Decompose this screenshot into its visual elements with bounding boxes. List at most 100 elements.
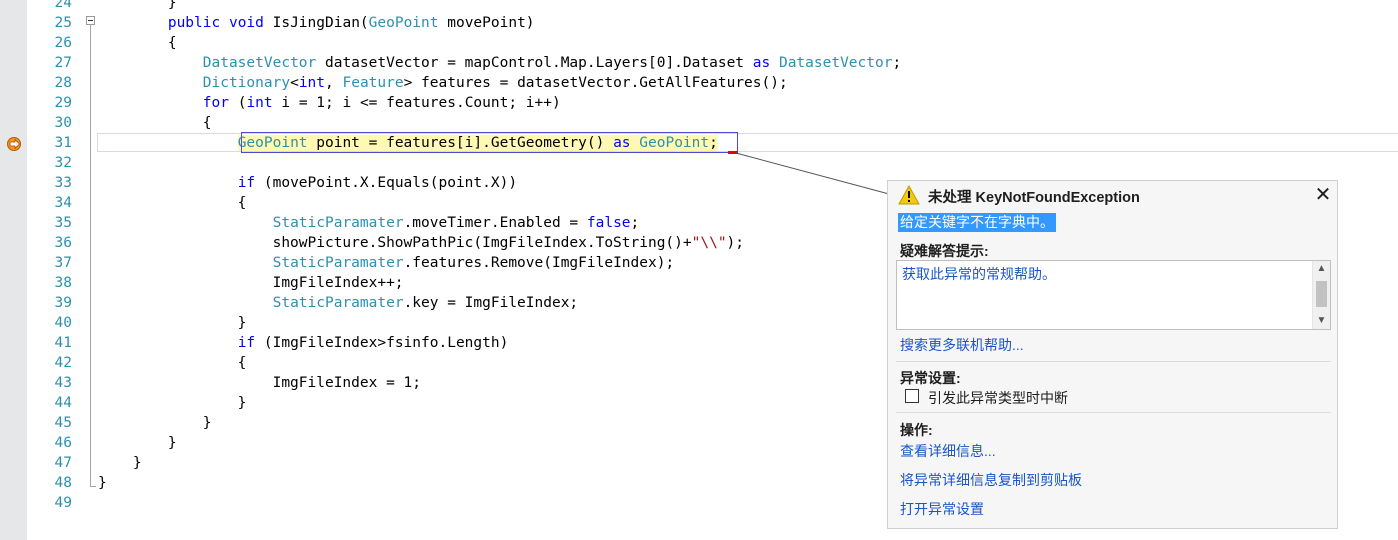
troubleshooting-heading: 疑难解答提示: — [900, 243, 989, 259]
line-number: 36 — [54, 235, 72, 251]
line-number: 28 — [54, 75, 72, 91]
code-text[interactable]: DatasetVector datasetVector = mapControl… — [98, 53, 901, 73]
code-token: ); — [726, 235, 745, 251]
code-text[interactable]: { — [98, 113, 212, 133]
code-token: { — [98, 115, 212, 131]
line-number: 45 — [54, 415, 72, 431]
exception-settings-heading: 异常设置: — [900, 370, 961, 386]
warning-icon — [898, 185, 920, 205]
code-token: void — [228, 15, 264, 31]
code-token: (movePoint.X.Equals(point.X)) — [255, 175, 518, 191]
code-token: "\\" — [691, 235, 727, 251]
code-text[interactable]: ImgFileIndex = 1; — [98, 373, 421, 393]
break-on-exception-checkbox[interactable] — [905, 389, 919, 403]
code-token: } — [98, 315, 247, 331]
code-token: } — [98, 415, 212, 431]
code-line[interactable]: 29 for (int i = 1; i <= features.Count; … — [0, 93, 1398, 113]
exception-statement-box — [241, 132, 738, 153]
code-line[interactable]: 30 { — [0, 113, 1398, 133]
code-token: as — [752, 55, 771, 71]
code-token: ; — [630, 215, 640, 231]
tips-scrollbar[interactable]: ▲ ▼ — [1312, 261, 1330, 329]
code-text[interactable]: public void IsJingDian(GeoPoint movePoin… — [98, 13, 535, 33]
exception-header: 未处理 KeyNotFoundException ✕ — [888, 181, 1337, 209]
line-number: 34 — [54, 195, 72, 211]
code-text[interactable]: if (movePoint.X.Equals(point.X)) — [98, 173, 517, 193]
code-text[interactable]: } — [98, 313, 247, 333]
exception-message[interactable]: 给定关键字不在字典中。 — [898, 213, 1056, 232]
code-text[interactable]: } — [98, 393, 247, 413]
line-number: 46 — [54, 435, 72, 451]
current-code-line[interactable]: 31 GeoPoint point = features[i].GetGeome… — [0, 132, 1398, 154]
code-text[interactable]: ImgFileIndex++; — [98, 273, 404, 293]
line-number: 43 — [54, 375, 72, 391]
code-token: movePoint) — [438, 15, 535, 31]
code-token: StaticParamater — [272, 255, 404, 271]
code-token: { — [98, 355, 247, 371]
line-number: 35 — [54, 215, 72, 231]
code-token: .features.Remove(ImgFileIndex); — [403, 255, 675, 271]
break-on-exception-label[interactable]: 引发此异常类型时中断 — [928, 388, 1068, 408]
code-line[interactable]: 28 Dictionary<int, Feature> features = d… — [0, 73, 1398, 93]
code-token: (ImgFileIndex>fsinfo.Length) — [255, 335, 509, 351]
current-statement-arrow-icon — [7, 137, 21, 151]
code-text[interactable]: { — [98, 33, 177, 53]
code-text[interactable]: { — [98, 353, 247, 373]
code-line[interactable]: 24 } — [0, 0, 1398, 13]
troubleshooting-tips-list[interactable]: 获取此异常的常规帮助。 ▲ ▼ — [896, 260, 1331, 330]
code-text[interactable]: StaticParamater.moveTimer.Enabled = fals… — [98, 213, 640, 233]
line-number: 31 — [54, 135, 72, 151]
code-line[interactable]: 32 — [0, 153, 1398, 173]
scroll-down-icon[interactable]: ▼ — [1313, 313, 1330, 329]
code-token: < — [290, 75, 299, 91]
code-text[interactable]: } — [98, 433, 177, 453]
code-text[interactable]: showPicture.ShowPathPic(ImgFileIndex.ToS… — [98, 233, 744, 253]
general-help-link[interactable]: 获取此异常的常规帮助。 — [902, 264, 1056, 284]
code-text[interactable]: } — [98, 0, 177, 13]
code-line[interactable]: 25 public void IsJingDian(GeoPoint moveP… — [0, 13, 1398, 33]
open-exception-settings-link[interactable]: 打开异常设置 — [900, 499, 984, 519]
code-text[interactable]: if (ImgFileIndex>fsinfo.Length) — [98, 333, 509, 353]
code-text[interactable]: } — [98, 413, 212, 433]
scroll-thumb[interactable] — [1316, 281, 1327, 307]
code-text[interactable]: } — [98, 453, 142, 473]
code-line[interactable]: 26 { — [0, 33, 1398, 53]
code-text[interactable]: StaticParamater.key = ImgFileIndex; — [98, 293, 579, 313]
line-number: 48 — [54, 475, 72, 491]
close-icon[interactable]: ✕ — [1312, 184, 1334, 206]
exception-helper-popup[interactable]: 未处理 KeyNotFoundException ✕ 给定关键字不在字典中。 疑… — [887, 180, 1338, 529]
code-token: DatasetVector — [202, 55, 317, 71]
line-number: 29 — [54, 95, 72, 111]
scroll-up-icon[interactable]: ▲ — [1313, 261, 1330, 277]
line-number: 25 — [54, 15, 72, 31]
search-online-help-link[interactable]: 搜索更多联机帮助... — [900, 335, 1024, 355]
line-number: 37 — [54, 255, 72, 271]
code-line[interactable]: 27 DatasetVector datasetVector = mapCont… — [0, 53, 1398, 73]
code-text[interactable]: StaticParamater.features.Remove(ImgFileI… — [98, 253, 675, 273]
code-text[interactable]: } — [98, 473, 107, 493]
code-token: > features = datasetVector.GetAllFeature… — [403, 75, 788, 91]
code-text[interactable]: Dictionary<int, Feature> features = data… — [98, 73, 788, 93]
code-token: false — [586, 215, 631, 231]
code-token: , — [325, 75, 343, 91]
code-token: i = 1; i <= features.Count; i++) — [272, 95, 561, 111]
code-text[interactable]: for (int i = 1; i <= features.Count; i++… — [98, 93, 561, 113]
code-token: public — [167, 15, 221, 31]
code-token: } — [98, 395, 247, 411]
view-details-link[interactable]: 查看详细信息... — [900, 441, 996, 461]
code-text[interactable]: { — [98, 193, 247, 213]
divider — [896, 412, 1331, 413]
code-token: Feature — [342, 75, 404, 91]
code-token: .key = ImgFileIndex; — [403, 295, 579, 311]
code-token: } — [98, 435, 177, 451]
line-number: 44 — [54, 395, 72, 411]
line-number: 38 — [54, 275, 72, 291]
copy-details-link[interactable]: 将异常详细信息复制到剪贴板 — [900, 470, 1082, 490]
